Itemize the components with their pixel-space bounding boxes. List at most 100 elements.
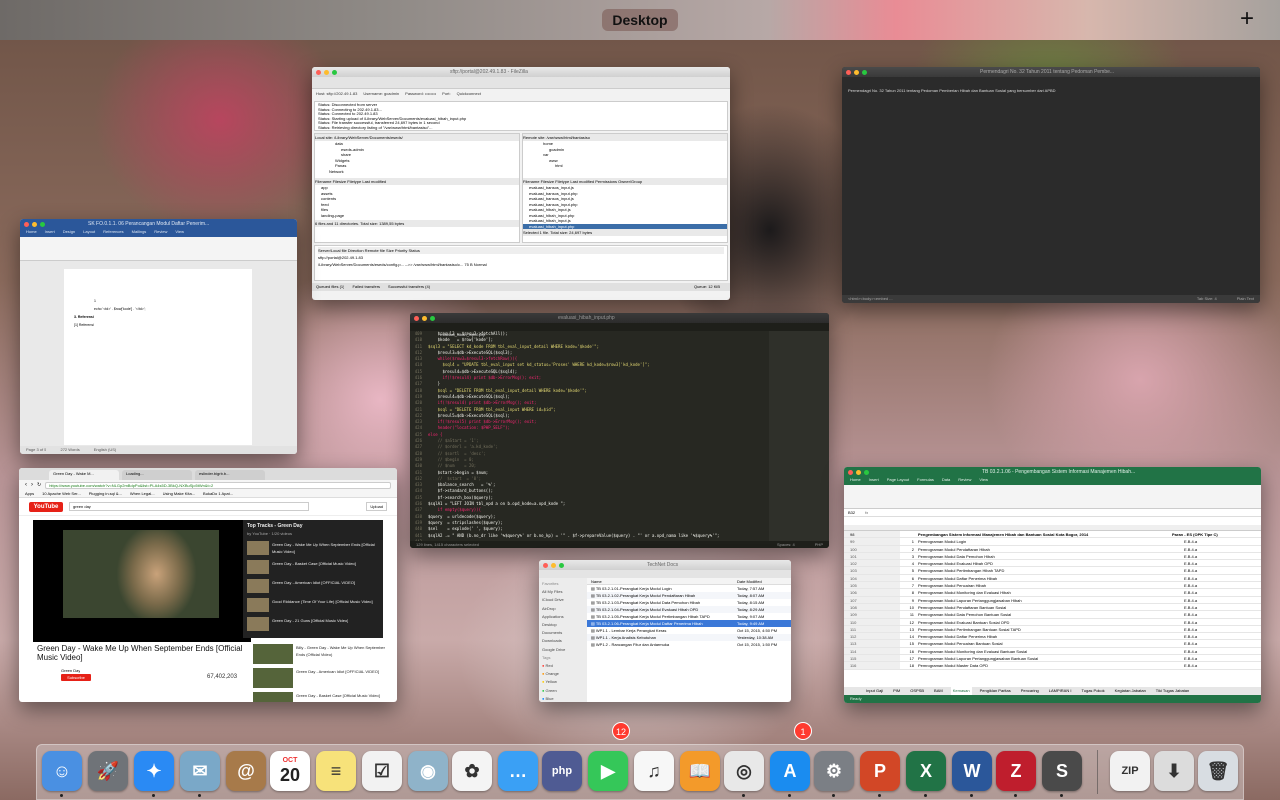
table-row[interactable]: 104 6 Pemrograman Modul Daftar Penerima Hi… xyxy=(844,574,1261,583)
chrome-window[interactable]: Green Day - Wake M... Loading... eslinde… xyxy=(19,468,397,702)
queue-row[interactable]: sftp://portal@202.49.1.83 xyxy=(318,254,724,261)
chrome-icon[interactable]: ◎ xyxy=(724,751,764,791)
sheet-tab[interactable]: PIM xyxy=(891,687,902,695)
video-player[interactable] xyxy=(33,520,251,642)
playlist-item[interactable]: Green Day - American Idiot [OFFICIAL VID… xyxy=(243,577,383,596)
zip-file-icon[interactable]: ZIP xyxy=(1110,751,1150,791)
sublime-window[interactable]: evaluasi_hibah_input.php evaluasi_hibah_… xyxy=(410,313,829,548)
browser-tab[interactable]: Loading... xyxy=(122,470,192,480)
sidebar-item[interactable]: Google Drive xyxy=(542,646,584,654)
sidebar-item[interactable]: All My Files xyxy=(542,588,584,596)
close-button[interactable] xyxy=(24,221,29,227)
name-box[interactable]: B32 xyxy=(848,509,855,516)
table-row[interactable]: 109 11 Pemrograman Modul Data Pemohon Bant… xyxy=(844,611,1261,619)
minimize-button[interactable] xyxy=(854,69,859,75)
local-file-row[interactable]: landing-page xyxy=(315,213,519,219)
table-row[interactable]: 115 17 Pemrograman Modul Laporan Pertanggu… xyxy=(844,655,1261,663)
zoom-button[interactable] xyxy=(430,315,435,321)
sheet-tab[interactable]: Kemasan xyxy=(950,687,972,695)
sidebar-item[interactable]: Downloads xyxy=(542,637,584,645)
sheet-tab[interactable]: Tiki Tugas Jabatan xyxy=(1154,687,1191,695)
notes-icon[interactable]: ≡ xyxy=(316,751,356,791)
table-row[interactable]: 101 3 Pemrograman Modul Data Pemohon Hibah… xyxy=(844,552,1261,561)
browser-tab[interactable]: Green Day - Wake M... xyxy=(49,470,119,480)
sheet-tab[interactable]: Pencaring xyxy=(1019,687,1041,695)
host-field[interactable]: Host: sftp://202.49.1.83 xyxy=(316,91,357,97)
system-preferences-icon[interactable]: ⚙ xyxy=(814,751,854,791)
table-row[interactable]: 110 12 Pemrograman Modul Evaluasi Bantuan … xyxy=(844,618,1261,626)
messages-icon[interactable]: … xyxy=(498,751,538,791)
sheet-tab[interactable]: Input Gaji xyxy=(864,687,885,695)
zoom-button[interactable] xyxy=(40,221,45,227)
tab-data[interactable]: Data xyxy=(942,477,950,485)
contacts-icon[interactable]: @ xyxy=(226,751,266,791)
bookmark[interactable]: Apps xyxy=(25,490,34,497)
calendar-icon[interactable]: OCT 20 xyxy=(270,751,310,791)
tab-insert[interactable]: Insert xyxy=(869,477,879,485)
tree-item[interactable]: Network xyxy=(315,169,519,175)
fx-icon[interactable]: fx xyxy=(865,509,868,516)
facetime-icon[interactable]: ▶ xyxy=(588,751,628,791)
playlist-title[interactable]: Top Tracks - Green Day xyxy=(243,520,383,530)
table-row[interactable]: 113 15 Pemrograman Modul Pencairan Bantuan… xyxy=(844,640,1261,648)
tab-home[interactable]: Home xyxy=(26,229,37,237)
syntax-mode[interactable]: PHP xyxy=(815,541,823,548)
word-icon[interactable]: W xyxy=(952,751,992,791)
tab-references[interactable]: References xyxy=(103,229,123,237)
column-date[interactable]: Date Modified xyxy=(737,578,762,584)
minimize-button[interactable] xyxy=(32,221,37,227)
mail-icon[interactable]: ✉ xyxy=(180,751,220,791)
table-row[interactable]: 116 18 Pemrograman Modul Master Data OPD E.… xyxy=(844,662,1261,670)
table-row[interactable]: 103 5 Pemrograman Modul Pertimbangan Hibah… xyxy=(844,567,1261,575)
url-field[interactable]: https://www.youtube.com/watch?v=NLGp2mBd… xyxy=(45,481,391,489)
finder-window[interactable]: TechNet Docs Favorites All My Files iClo… xyxy=(539,560,791,702)
search-input[interactable]: green day xyxy=(69,502,309,511)
editor-body[interactable]: Permendagri No. 32 Tahun 2011 tentang Pe… xyxy=(842,77,1260,104)
browser-tab[interactable]: eslinder.bigrb.b... xyxy=(195,470,265,480)
forward-icon[interactable]: › xyxy=(31,482,33,489)
sheet-tab[interactable]: Tugas Pokok xyxy=(1079,687,1106,695)
zoom-button[interactable] xyxy=(332,69,337,75)
tab-size[interactable]: Tab Size: 4 xyxy=(1197,295,1217,303)
trash-icon[interactable]: 🗑 xyxy=(1198,751,1238,791)
bookmark[interactable]: Plugging in.sql &... xyxy=(89,490,122,497)
tag-green[interactable]: ● Green xyxy=(542,687,584,695)
photos-icon[interactable]: ✿ xyxy=(452,751,492,791)
tab-successful[interactable]: Successful transfers (4) xyxy=(388,283,430,291)
video-frame[interactable] xyxy=(63,530,219,618)
reload-icon[interactable]: ↻ xyxy=(37,482,41,489)
word-window[interactable]: SK FO.0.1.1. 06 Perancangan Modul Daftar… xyxy=(20,219,297,454)
launchpad-icon[interactable]: 🚀 xyxy=(88,751,128,791)
tab-view[interactable]: View xyxy=(175,229,184,237)
recommended-video[interactable]: Green Day - Basket Case [Official Music … xyxy=(253,692,393,702)
table-row[interactable]: 105 7 Pemrograman Modul Pencairan Hibah E.B… xyxy=(844,582,1261,590)
password-field[interactable]: Password: •••••••• xyxy=(405,91,436,97)
local-site-path[interactable]: Local site: /Library/WebServer/Documents… xyxy=(315,134,519,141)
close-button[interactable] xyxy=(848,469,853,475)
table-row[interactable]: 106 8 Pemrograman Modul Monitoring dan Eva… xyxy=(844,589,1261,597)
tab-home[interactable]: Home xyxy=(850,477,861,485)
ribbon[interactable] xyxy=(20,237,297,261)
recommended-video[interactable]: Billy - Green Day - Wake Me Up When Sept… xyxy=(253,644,393,668)
add-space-button[interactable]: + xyxy=(1236,7,1258,31)
sheet-tab[interactable]: Kegiatan Jabatan xyxy=(1113,687,1148,695)
table-row[interactable]: 102 4 Pemrograman Modul Evaluasi Hibah OPD… xyxy=(844,560,1261,568)
port-field[interactable]: Port: xyxy=(442,91,450,97)
excel-window[interactable]: TB 03.2.1.06 - Pengembangan Sistem Infor… xyxy=(844,467,1261,703)
tab-page-layout[interactable]: Page Layout xyxy=(887,477,909,485)
playlist-item[interactable]: Green Day - Wake Me Up When September En… xyxy=(243,539,383,558)
close-button[interactable] xyxy=(414,315,419,321)
tab-review[interactable]: Review xyxy=(958,477,971,485)
column-name[interactable]: Name xyxy=(587,578,737,584)
table-row[interactable]: 112 14 Pemrograman Modul Daftar Penerima H… xyxy=(844,633,1261,641)
tab-insert[interactable]: Insert xyxy=(45,229,55,237)
file-row[interactable]: ▤ TB 03.2.1.05-Perangkat Kerja Modul Per… xyxy=(587,613,791,620)
table-header-row[interactable]: 98 Pengembangan Sistem Informasi Manajem… xyxy=(844,531,1261,539)
app-store-icon[interactable]: A xyxy=(770,751,810,791)
tag-orange[interactable]: ● Orange xyxy=(542,670,584,678)
back-icon[interactable]: ‹ xyxy=(25,482,27,489)
sheet-tab[interactable]: OSPSB xyxy=(908,687,926,695)
file-row[interactable]: ▤ TB 03.2.1.04-Perangkat Kerja Modul Eva… xyxy=(587,606,791,613)
table-row[interactable]: 111 13 Pemrograman Modul Pertimbangan Bant… xyxy=(844,625,1261,634)
tab-layout[interactable]: Layout xyxy=(83,229,95,237)
